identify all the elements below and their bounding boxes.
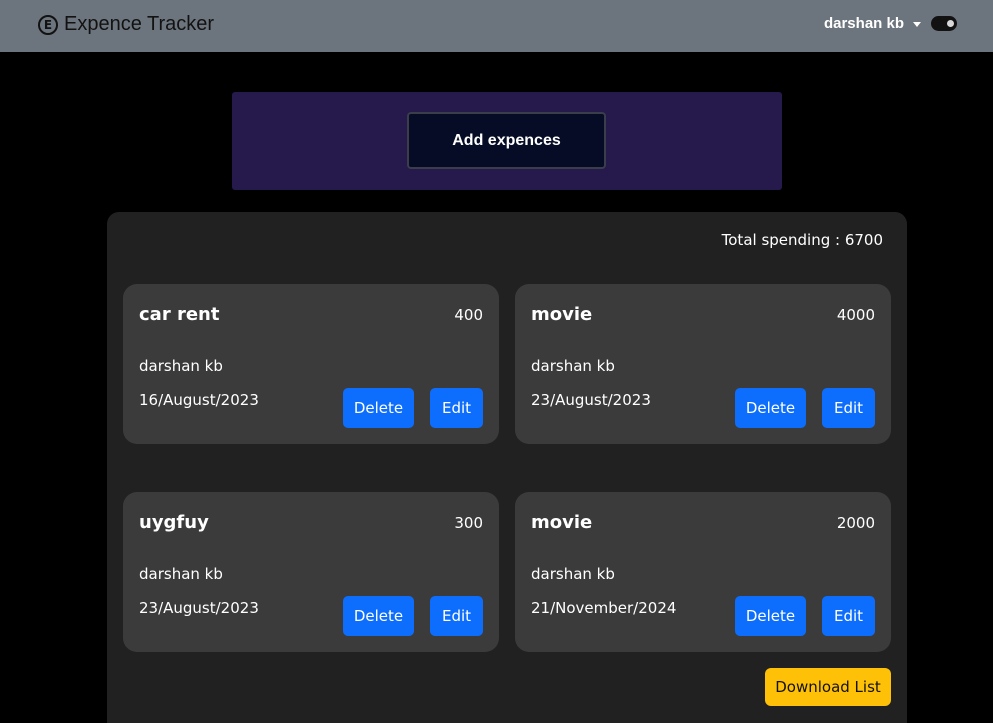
download-list-button[interactable]: Download List (765, 668, 891, 706)
expense-card: uygfuy 300 darshan kb 23/August/2023 Del… (123, 492, 499, 652)
edit-button[interactable]: Edit (430, 388, 483, 428)
expense-card: movie 2000 darshan kb 21/November/2024 D… (515, 492, 891, 652)
expense-date: 23/August/2023 (139, 599, 259, 617)
add-expenses-button[interactable]: Add expences (407, 112, 606, 169)
expense-list-panel: Total spending : 6700 car rent 400 darsh… (107, 212, 907, 723)
edit-button[interactable]: Edit (822, 596, 875, 636)
user-menu-dropdown[interactable]: darshan kb (824, 15, 921, 32)
user-name: darshan kb (823, 15, 904, 32)
theme-toggle[interactable] (931, 16, 957, 31)
expense-user: darshan kb (139, 565, 223, 583)
expense-date: 23/August/2023 (531, 391, 651, 409)
expense-user: darshan kb (139, 357, 223, 375)
toggle-knob-icon (947, 20, 954, 27)
delete-button[interactable]: Delete (343, 388, 414, 428)
expense-amount: 300 (454, 514, 483, 532)
app-title: Expence Tracker (64, 13, 215, 35)
expense-title: car rent (139, 304, 220, 325)
brand[interactable]: E Expence Tracker (38, 13, 214, 36)
expense-title: uygfuy (139, 512, 209, 533)
expense-date: 16/August/2023 (139, 391, 259, 409)
expense-user: darshan kb (531, 565, 615, 583)
navbar: E Expence Tracker darshan kb (0, 0, 993, 52)
expense-amount: 2000 (836, 514, 875, 532)
edit-button[interactable]: Edit (430, 596, 483, 636)
e-circle-icon: E (38, 14, 58, 35)
expense-title: movie (531, 304, 593, 325)
expense-card: movie 4000 darshan kb 23/August/2023 Del… (515, 284, 891, 444)
add-expense-panel: Add expences (232, 92, 782, 190)
delete-button[interactable]: Delete (343, 596, 414, 636)
expense-user: darshan kb (531, 357, 615, 375)
expense-card: car rent 400 darshan kb 16/August/2023 D… (123, 284, 499, 444)
edit-button[interactable]: Edit (822, 388, 875, 428)
expense-amount: 4000 (836, 306, 875, 324)
expense-amount: 400 (454, 306, 483, 324)
delete-button[interactable]: Delete (735, 388, 806, 428)
caret-down-icon (913, 22, 921, 27)
total-spending: Total spending : 6700 (721, 231, 883, 249)
delete-button[interactable]: Delete (735, 596, 806, 636)
expense-date: 21/November/2024 (531, 599, 677, 617)
expense-title: movie (531, 512, 593, 533)
